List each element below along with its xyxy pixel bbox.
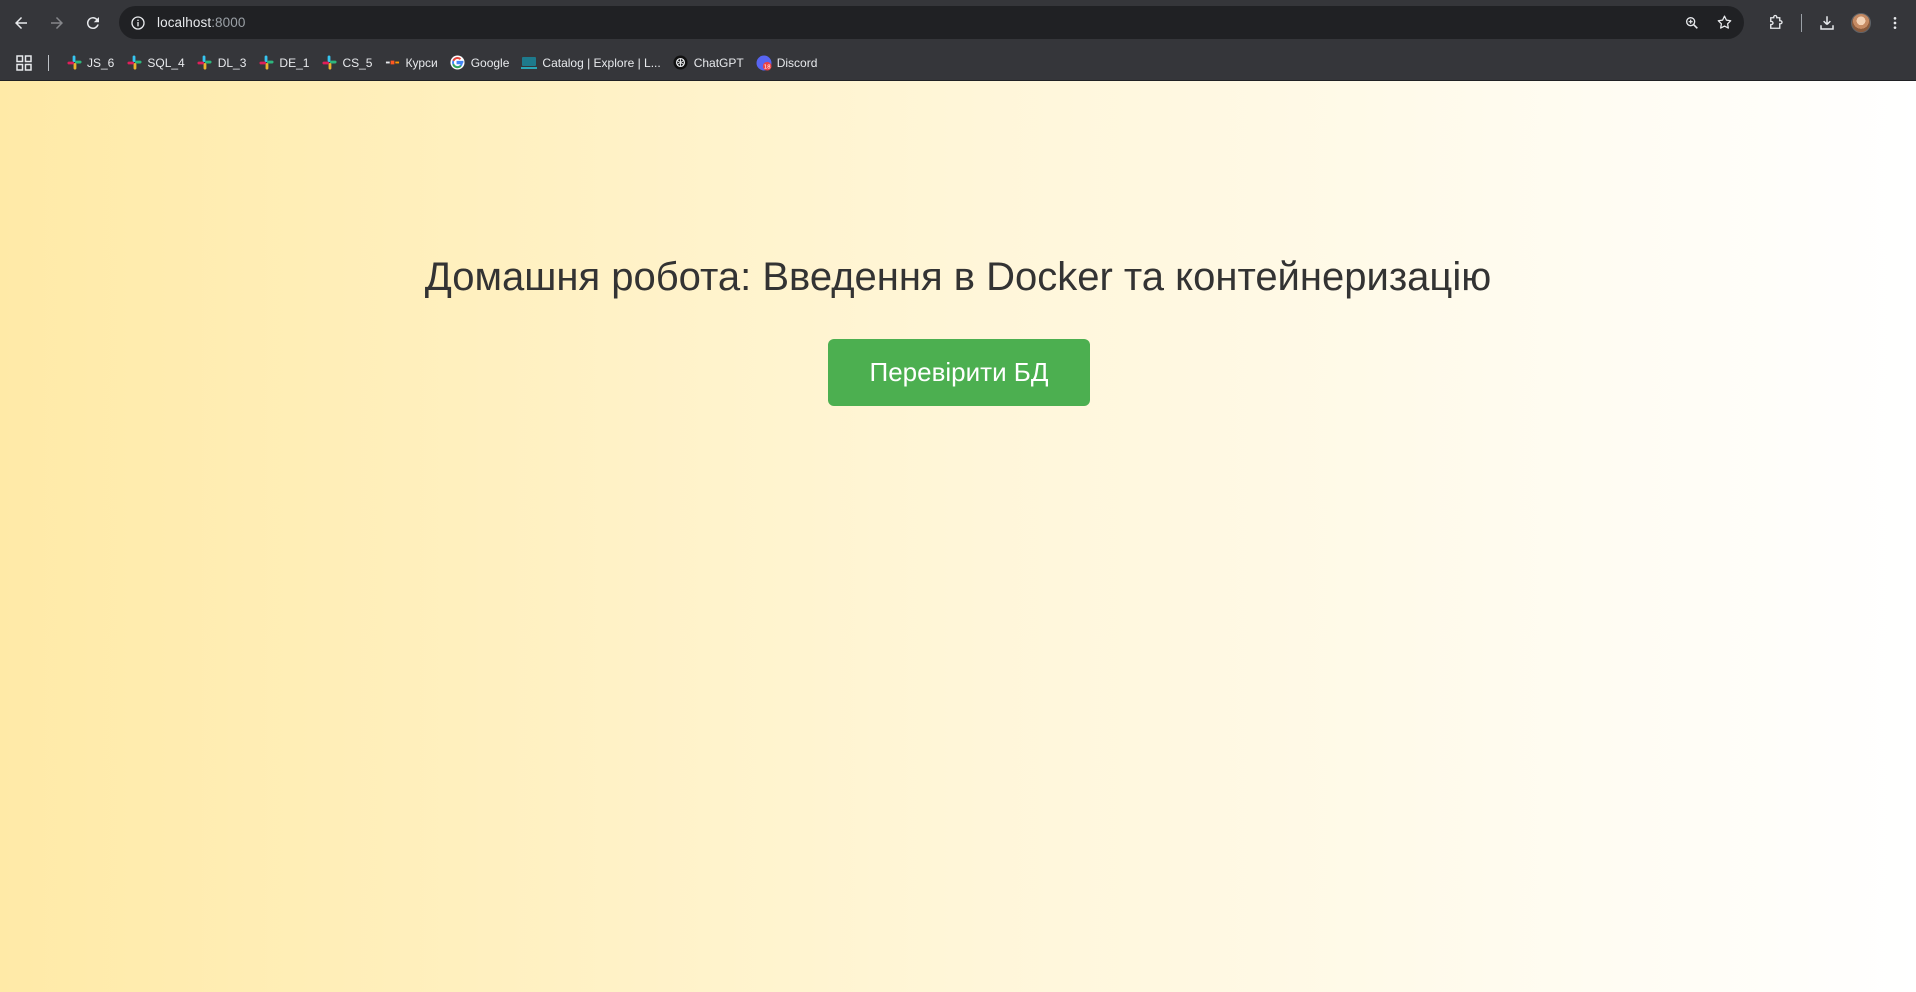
bookmark-label: Discord xyxy=(776,55,818,70)
bookmark-label: Catalog | Explore | L... xyxy=(542,55,661,70)
bookmark-star-icon[interactable] xyxy=(1714,13,1734,33)
address-bar[interactable]: localhost:8000 xyxy=(119,6,1744,39)
slack-icon xyxy=(321,55,337,71)
svg-text:18: 18 xyxy=(763,64,770,70)
bookmark-google[interactable]: Google xyxy=(444,49,516,77)
apps-button[interactable] xyxy=(12,51,36,75)
check-db-button[interactable]: Перевірити БД xyxy=(828,339,1090,406)
google-icon xyxy=(450,55,466,71)
slack-icon xyxy=(66,55,82,71)
bookmark-label: Курси xyxy=(405,55,438,70)
page-title: Домашня робота: Введення в Docker та кон… xyxy=(424,255,1492,299)
discord-icon: 18 xyxy=(756,55,772,71)
download-icon xyxy=(1820,15,1834,30)
bookmark-de-1[interactable]: DE_1 xyxy=(252,49,315,77)
bookmark-label: Google xyxy=(470,55,510,70)
bookmark-label: SQL_4 xyxy=(147,55,185,70)
browser-toolbar: localhost:8000 xyxy=(0,0,1916,45)
arrow-right-icon xyxy=(51,16,63,29)
bookmark-js-6[interactable]: JS_6 xyxy=(60,49,120,77)
slack-icon xyxy=(258,55,274,71)
bookmark-label: CS_5 xyxy=(342,55,373,70)
zoom-icon[interactable] xyxy=(1682,13,1702,33)
more-vertical-icon xyxy=(1893,16,1897,29)
back-button[interactable] xyxy=(3,5,39,41)
bookmark-kursy[interactable]: Курси xyxy=(378,49,443,77)
puzzle-icon xyxy=(1770,14,1783,29)
toolbar-divider xyxy=(1801,13,1802,32)
catalog-icon xyxy=(521,55,538,71)
profile-button[interactable] xyxy=(1844,6,1878,40)
url-host: localhost xyxy=(157,15,212,30)
bookmark-cs-5[interactable]: CS_5 xyxy=(315,49,378,77)
reload-icon xyxy=(86,16,99,29)
bookmark-sql-4[interactable]: SQL_4 xyxy=(120,49,190,77)
bookmark-catalog[interactable]: Catalog | Explore | L... xyxy=(515,49,666,77)
courses-icon xyxy=(384,55,400,71)
page-content: Домашня робота: Введення в Docker та кон… xyxy=(0,81,1916,992)
bookmark-label: ChatGPT xyxy=(693,55,744,70)
bookmarks-divider xyxy=(48,54,49,71)
bookmarks-bar: JS_6 SQL_4 DL_3 DE_1 CS_5 Курси Google C… xyxy=(0,45,1916,81)
forward-button[interactable] xyxy=(39,5,75,41)
bookmark-discord[interactable]: 18 Discord xyxy=(750,49,824,77)
url-port: :8000 xyxy=(211,15,246,30)
downloads-button[interactable] xyxy=(1810,6,1844,40)
bookmark-label: JS_6 xyxy=(87,55,115,70)
slack-icon xyxy=(126,55,142,71)
avatar xyxy=(1851,12,1871,33)
bookmark-label: DE_1 xyxy=(279,55,310,70)
url-text[interactable]: localhost:8000 xyxy=(157,15,245,30)
menu-button[interactable] xyxy=(1878,6,1912,40)
slack-icon xyxy=(197,55,213,71)
bookmark-chatgpt[interactable]: ChatGPT xyxy=(667,49,750,77)
arrow-left-icon xyxy=(15,16,27,29)
extensions-button[interactable] xyxy=(1759,6,1793,40)
reload-button[interactable] xyxy=(75,5,111,41)
bookmark-dl-3[interactable]: DL_3 xyxy=(191,49,253,77)
apps-grid-icon xyxy=(16,54,32,71)
chatgpt-icon xyxy=(673,55,689,71)
site-info-icon[interactable] xyxy=(128,13,148,33)
bookmark-label: DL_3 xyxy=(217,55,247,70)
